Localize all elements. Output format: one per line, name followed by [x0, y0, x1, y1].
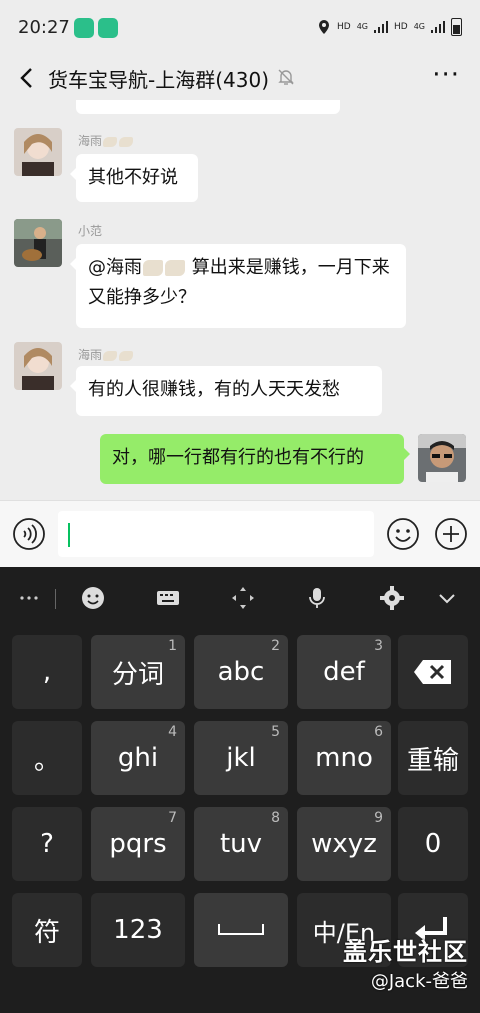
- space-key[interactable]: [194, 893, 288, 967]
- key-reset[interactable]: 重输: [398, 721, 468, 795]
- key-ghi[interactable]: ghi 4: [91, 721, 185, 795]
- message-bubble[interactable]: 其他不好说: [70, 154, 198, 202]
- backspace-icon: [414, 660, 451, 684]
- chat-header: 货车宝导航-上海群(430) ···: [0, 56, 480, 100]
- key-def[interactable]: def 3: [297, 635, 391, 709]
- key-pqrs[interactable]: pqrs 7: [91, 807, 185, 881]
- text-cursor: [68, 523, 70, 547]
- sender-name: 海雨: [78, 346, 134, 363]
- chevron-down-icon[interactable]: [434, 585, 460, 611]
- key-question[interactable]: ?: [12, 807, 82, 881]
- status-icons: HD 4G HD 4G: [317, 18, 462, 36]
- message-input[interactable]: [58, 511, 374, 557]
- signal-icon: [374, 21, 388, 33]
- my-message-bubble[interactable]: 对，哪一行都有行的也有不行的: [100, 434, 410, 484]
- dove-emoji-icon: [165, 260, 185, 276]
- bell-off-icon: [278, 69, 294, 85]
- message-list[interactable]: 海雨 其他不好说 小范 @海雨 算出来是赚钱，一月下来又能挣多少？ 海雨 有的人…: [0, 100, 480, 500]
- backspace-key[interactable]: [398, 635, 468, 709]
- dove-emoji-icon: [103, 136, 118, 147]
- message-bubble[interactable]: 有的人很赚钱，有的人天天发愁: [70, 366, 382, 416]
- avatar[interactable]: [14, 342, 62, 390]
- back-arrow-icon[interactable]: [14, 64, 42, 92]
- network-hd-label: HD: [337, 22, 351, 32]
- dove-emoji-icon: [103, 350, 118, 361]
- avatar[interactable]: [14, 219, 62, 267]
- message-bubble[interactable]: @海雨 算出来是赚钱，一月下来又能挣多少？: [70, 244, 406, 328]
- input-bar: [0, 500, 480, 568]
- key-123[interactable]: 123: [91, 893, 185, 967]
- app-notification-icon: [98, 18, 118, 38]
- cursor-move-icon[interactable]: [230, 585, 256, 611]
- more-icon[interactable]: [16, 585, 42, 611]
- signal-icon: [431, 21, 445, 33]
- sender-name: 小范: [78, 224, 103, 238]
- key-jkl[interactable]: jkl 5: [194, 721, 288, 795]
- chat-title: 货车宝导航-上海群(430): [48, 68, 269, 92]
- mic-icon[interactable]: [304, 585, 330, 611]
- key-zero[interactable]: 0: [398, 807, 468, 881]
- status-bar: 20:27 HD 4G HD 4G: [0, 0, 480, 56]
- sender-name: 海雨: [78, 132, 134, 149]
- more-options-button[interactable]: ···: [432, 62, 460, 88]
- app-notification-icon: [74, 18, 94, 38]
- network-type-label: 4G: [413, 22, 425, 31]
- key-wxyz[interactable]: wxyz 9: [297, 807, 391, 881]
- network-hd-label: HD: [394, 22, 408, 32]
- key-period[interactable]: 。: [12, 721, 82, 795]
- key-symbols[interactable]: 符: [12, 893, 82, 967]
- space-bar-icon: [218, 924, 264, 935]
- plus-icon[interactable]: [434, 517, 468, 551]
- keyboard: , 分词 1 abc 2 def 3 。 ghi 4 jkl 5 mno 6 重输 ? pq…: [0, 567, 480, 1013]
- voice-icon[interactable]: [12, 517, 46, 551]
- gear-icon[interactable]: [379, 585, 405, 611]
- watermark-community: 盖乐世社区: [343, 938, 468, 966]
- avatar[interactable]: [14, 128, 62, 176]
- network-type-label: 4G: [356, 22, 368, 31]
- key-tuv[interactable]: tuv 8: [194, 807, 288, 881]
- key-mno[interactable]: mno 6: [297, 721, 391, 795]
- battery-icon: [451, 18, 462, 36]
- dove-emoji-icon: [119, 350, 134, 361]
- key-comma[interactable]: ,: [12, 635, 82, 709]
- watermark-author: @Jack-爸爸: [370, 971, 468, 992]
- status-time: 20:27: [18, 17, 70, 38]
- dove-emoji-icon: [143, 260, 163, 276]
- dove-emoji-icon: [119, 136, 134, 147]
- key-fenci[interactable]: 分词 1: [91, 635, 185, 709]
- emoji-icon[interactable]: [80, 585, 106, 611]
- location-icon: [319, 20, 329, 34]
- key-abc[interactable]: abc 2: [194, 635, 288, 709]
- previous-message-bubble: [76, 100, 340, 114]
- keyboard-icon[interactable]: [155, 585, 181, 611]
- my-avatar[interactable]: [418, 434, 466, 482]
- keyboard-toolbar: [0, 567, 480, 629]
- emoji-icon[interactable]: [386, 517, 420, 551]
- toolbar-divider: [55, 589, 56, 609]
